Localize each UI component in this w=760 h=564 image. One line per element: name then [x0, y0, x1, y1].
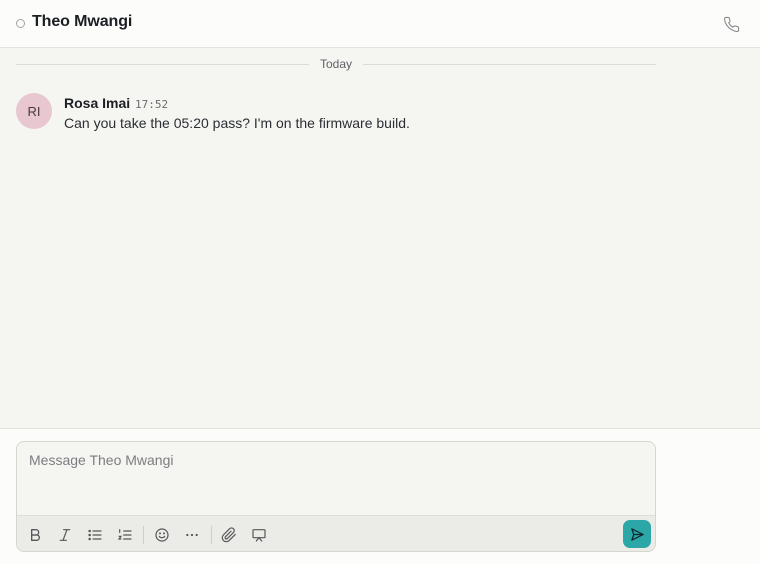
emoji-icon: [155, 528, 169, 542]
message-author[interactable]: Rosa Imai: [64, 95, 130, 111]
presence-indicator: [16, 19, 25, 28]
day-divider: Today: [16, 56, 656, 72]
call-button[interactable]: [720, 13, 742, 35]
message-text: Can you take the 05:20 pass? I'm on the …: [64, 115, 410, 131]
more-icon: [186, 533, 198, 537]
phone-icon: [723, 16, 739, 32]
bullet-list-icon: [88, 529, 102, 541]
presentation-icon: [252, 529, 266, 542]
numbered-list-icon: [117, 529, 132, 540]
bold-button[interactable]: [24, 524, 46, 546]
bullet-list-button[interactable]: [84, 524, 106, 546]
formatting-toolbar: [17, 515, 655, 551]
message-input[interactable]: [17, 442, 655, 514]
emoji-button[interactable]: [151, 524, 173, 546]
bold-icon: [30, 529, 40, 541]
composer-area: [0, 428, 760, 564]
toolbar-separator: [143, 526, 144, 544]
channel-header: Theo Mwangi: [0, 0, 760, 48]
day-divider-label: Today: [319, 57, 353, 71]
message-timestamp: 17:52: [135, 98, 169, 111]
channel-title: Theo Mwangi: [32, 13, 133, 30]
divider-line: [16, 63, 309, 65]
message-list: Today RI Rosa Imai 17:52 Can you take th…: [0, 48, 760, 428]
send-icon: [630, 527, 644, 541]
italic-icon: [59, 529, 71, 541]
attach-icon: [221, 527, 236, 543]
italic-button[interactable]: [54, 524, 76, 546]
numbered-list-button[interactable]: [114, 524, 136, 546]
more-button[interactable]: [181, 524, 203, 546]
avatar[interactable]: RI: [16, 93, 52, 129]
send-button[interactable]: [623, 520, 651, 548]
divider-line: [363, 63, 656, 65]
message-item: RI Rosa Imai 17:52 Can you take the 05:2…: [16, 93, 716, 153]
attach-button[interactable]: [218, 524, 240, 546]
message-composer: [16, 441, 656, 552]
chat-window: Theo Mwangi Today RI Rosa Imai 17:52 Can…: [0, 0, 760, 564]
presentation-button[interactable]: [248, 524, 270, 546]
toolbar-separator: [211, 526, 212, 544]
